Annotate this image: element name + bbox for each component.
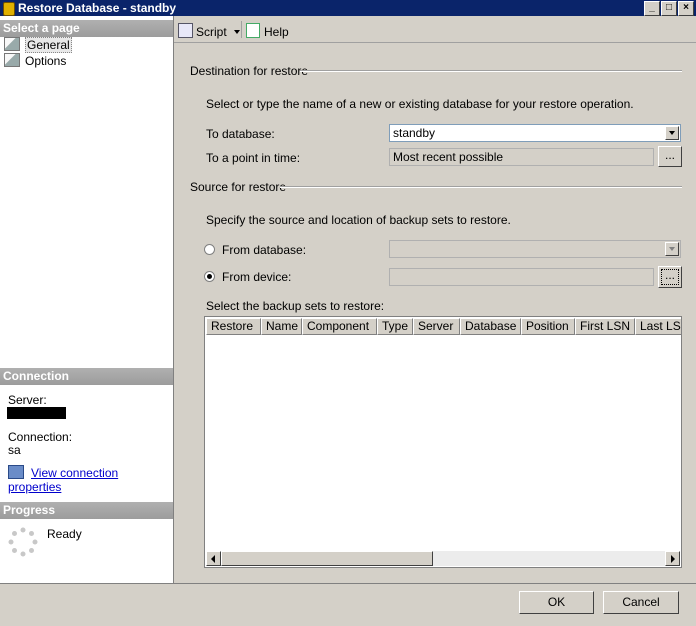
column-header-type[interactable]: Type bbox=[377, 318, 413, 335]
scroll-left-button[interactable] bbox=[206, 551, 221, 566]
help-label: Help bbox=[264, 25, 289, 39]
help-button[interactable]: Help bbox=[246, 23, 289, 39]
chevron-down-icon bbox=[234, 30, 241, 34]
toolbar-separator bbox=[241, 21, 242, 38]
arrow-left-icon bbox=[211, 555, 215, 563]
from-database-combobox bbox=[389, 240, 681, 258]
source-divider bbox=[280, 186, 682, 188]
column-header-restore[interactable]: Restore bbox=[206, 318, 261, 335]
view-connection-properties-link[interactable]: View connection properties bbox=[8, 466, 118, 494]
title-bar: Restore Database - standby _ □ × bbox=[0, 0, 696, 16]
to-database-value: standby bbox=[393, 126, 436, 140]
column-header-database[interactable]: Database bbox=[460, 318, 521, 335]
point-in-time-label: To a point in time: bbox=[206, 151, 301, 165]
progress-spinner-icon bbox=[8, 527, 38, 557]
page-item-options[interactable]: Options bbox=[4, 53, 66, 68]
column-header-server[interactable]: Server bbox=[413, 318, 460, 335]
page-icon bbox=[4, 53, 20, 67]
minimize-button[interactable]: _ bbox=[644, 1, 660, 16]
database-icon bbox=[3, 2, 15, 16]
from-database-dropdown-button bbox=[665, 242, 679, 256]
point-in-time-browse-button[interactable]: ... bbox=[658, 146, 682, 167]
to-database-dropdown-button[interactable] bbox=[665, 126, 679, 140]
properties-icon bbox=[8, 465, 24, 479]
page-label: General bbox=[25, 37, 72, 53]
from-device-radio[interactable] bbox=[204, 271, 215, 282]
arrow-right-icon bbox=[671, 555, 675, 563]
to-database-label: To database: bbox=[206, 127, 275, 141]
script-icon bbox=[178, 23, 193, 38]
scroll-thumb[interactable] bbox=[221, 551, 433, 566]
progress-status: Ready bbox=[47, 527, 82, 541]
connection-value: sa bbox=[8, 443, 21, 457]
page-item-general[interactable]: General bbox=[4, 37, 72, 53]
from-database-radio[interactable] bbox=[204, 244, 215, 255]
point-in-time-value: Most recent possible bbox=[393, 150, 504, 164]
toolbar: Script Help bbox=[174, 16, 696, 43]
page-icon bbox=[4, 37, 20, 51]
ok-button[interactable]: OK bbox=[519, 591, 594, 614]
window-title: Restore Database - standby bbox=[18, 1, 177, 15]
left-pane: Select a page General Options Connection… bbox=[0, 16, 174, 583]
maximize-button[interactable]: □ bbox=[661, 1, 677, 16]
page-label: Options bbox=[25, 54, 67, 68]
horizontal-scrollbar[interactable] bbox=[206, 551, 680, 566]
select-page-header: Select a page bbox=[0, 20, 173, 37]
column-header-position[interactable]: Position bbox=[521, 318, 575, 335]
view-connection-properties[interactable]: View connection properties bbox=[8, 465, 173, 494]
from-device-browse-button[interactable]: ... bbox=[658, 266, 682, 288]
connection-label: Connection: bbox=[8, 430, 73, 444]
connection-header: Connection bbox=[0, 368, 173, 385]
source-header: Source for restore bbox=[190, 180, 287, 194]
to-database-combobox[interactable]: standby bbox=[389, 124, 681, 142]
cancel-button[interactable]: Cancel bbox=[603, 591, 679, 614]
server-label: Server: bbox=[8, 393, 47, 407]
destination-divider bbox=[300, 70, 682, 72]
close-button[interactable]: × bbox=[678, 1, 694, 16]
from-device-label[interactable]: From device: bbox=[222, 270, 291, 284]
script-button[interactable]: Script bbox=[178, 23, 241, 39]
column-header-component[interactable]: Component bbox=[302, 318, 377, 335]
point-in-time-field: Most recent possible bbox=[389, 148, 654, 166]
from-device-field bbox=[389, 268, 654, 286]
destination-instructions: Select or type the name of a new or exis… bbox=[206, 97, 634, 111]
scroll-right-button[interactable] bbox=[665, 551, 680, 566]
from-database-label[interactable]: From database: bbox=[222, 243, 306, 257]
destination-header: Destination for restore bbox=[190, 64, 309, 78]
progress-header: Progress bbox=[0, 502, 173, 519]
backup-sets-label: Select the backup sets to restore: bbox=[206, 299, 385, 313]
script-label: Script bbox=[196, 25, 227, 39]
backup-sets-grid[interactable]: Restore Name Component Type Server Datab… bbox=[204, 316, 682, 568]
redacted-server-name bbox=[7, 407, 66, 419]
column-header-first-lsn[interactable]: First LSN bbox=[575, 318, 635, 335]
source-instructions: Specify the source and location of backu… bbox=[206, 213, 511, 227]
column-header-name[interactable]: Name bbox=[261, 318, 302, 335]
help-icon bbox=[246, 23, 260, 38]
column-header-last-lsn[interactable]: Last LSN bbox=[635, 318, 681, 335]
